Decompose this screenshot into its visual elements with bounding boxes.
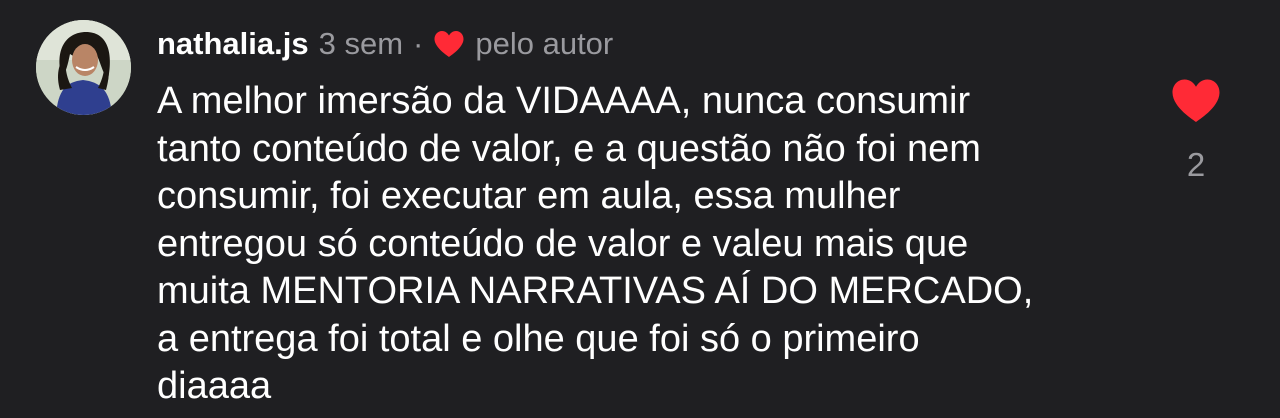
comment-text-line: consumir, foi executar em aula, essa mul… bbox=[157, 175, 901, 217]
comment-header: nathalia.js 3 sem · pelo autor bbox=[157, 24, 613, 64]
heart-icon bbox=[1172, 79, 1220, 122]
comment-text-line: diaaaa bbox=[157, 365, 272, 407]
like-button[interactable] bbox=[1170, 78, 1222, 124]
avatar-image bbox=[36, 20, 131, 115]
comment: nathalia.js 3 sem · pelo autor A melhor … bbox=[0, 0, 1280, 418]
avatar[interactable] bbox=[36, 20, 131, 115]
timestamp: 3 sem bbox=[318, 26, 404, 61]
like-count: 2 bbox=[1186, 146, 1206, 183]
comment-text-line: A melhor imersão da VIDAAAA, nunca consu… bbox=[157, 80, 971, 122]
comment-text-line: a entrega foi total e olhe que foi só o … bbox=[157, 317, 920, 360]
username[interactable]: nathalia.js bbox=[157, 26, 309, 62]
comment-text-line: muita MENTORIA NARRATIVAS AÍ DO MERCADO, bbox=[157, 270, 1034, 312]
comment-text-line: tanto conteúdo de valor, e a questão não… bbox=[157, 127, 981, 170]
liked-by-author-label: pelo autor bbox=[475, 26, 614, 61]
heart-icon bbox=[433, 30, 465, 58]
comment-text-line: entregou só conteúdo de valor e valeu ma… bbox=[157, 222, 969, 265]
separator-dot: · bbox=[413, 26, 424, 61]
comment-text: A melhor imersão da VIDAAAA, nunca consu… bbox=[157, 78, 1147, 411]
